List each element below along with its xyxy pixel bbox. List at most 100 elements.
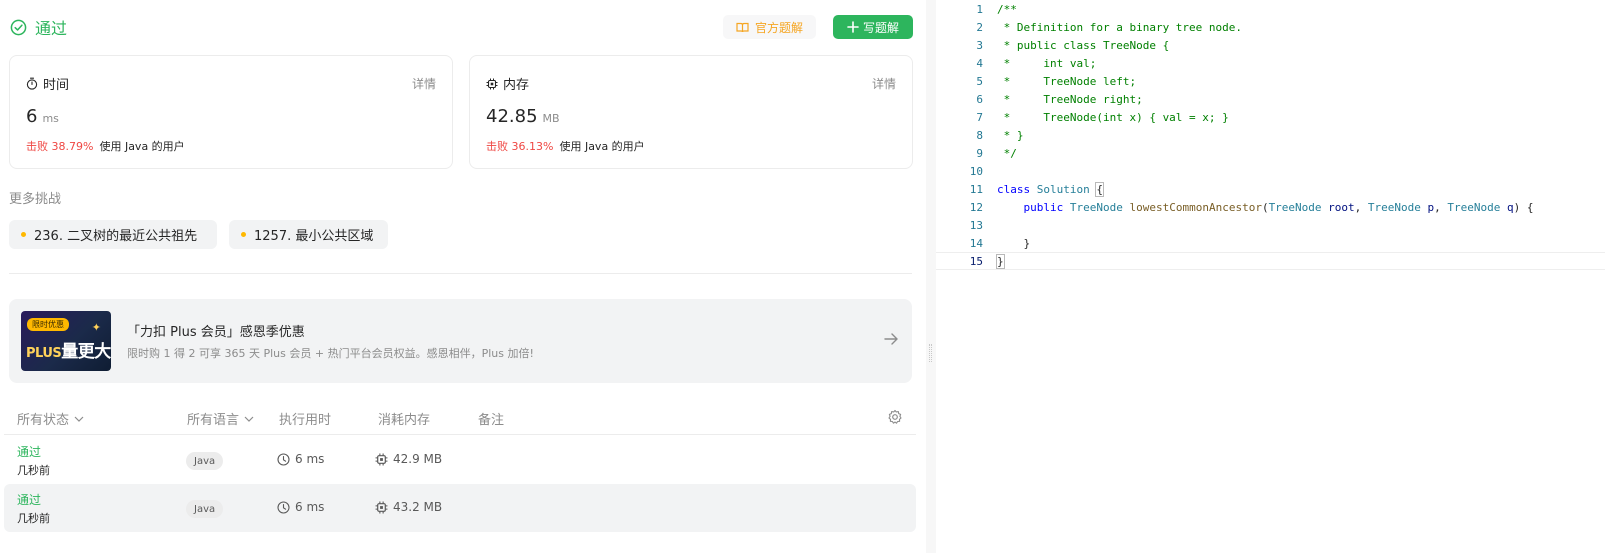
line-number: 13 [969,218,983,232]
runtime-value: 6 ms [26,106,59,127]
code-text: } [997,236,1031,250]
language-filter[interactable]: 所有语言 [187,409,254,428]
code-line: 8 * } [936,126,1605,144]
method-name: lowestCommonAncestor [1129,200,1262,214]
arrow-right-icon[interactable] [882,330,900,348]
memory-number: 42.85 [486,106,538,127]
runtime-unit: ms [42,112,59,125]
type-name: TreeNode [1367,200,1421,214]
code-line: 7 * TreeNode(int x) { val = x; } [936,108,1605,126]
runtime-title-text: 时间 [43,78,70,93]
type-name: TreeNode [1447,200,1501,214]
drag-handle-icon[interactable] [929,344,932,362]
line-number: 15 [969,254,983,268]
code-line: 3 * public class TreeNode { [936,36,1605,54]
code-line-current: 15} [936,252,1605,270]
chevron-down-icon [74,416,84,422]
official-solution-label: 官方题解 [754,20,803,35]
status-filter[interactable]: 所有状态 [17,409,84,428]
code-text: class Solution { [997,181,1104,197]
code-line: 6 * TreeNode right; [936,90,1605,108]
memory-title: 内存 [486,74,529,93]
section-divider [9,273,912,274]
chip-icon [486,78,498,89]
panel-splitter[interactable] [926,0,936,553]
row-status: 通过 几秒前 [17,491,50,526]
line-number: 9 [976,146,983,160]
challenge-chip[interactable]: 236. 二叉树的最近公共祖先 [9,220,217,249]
challenge-chip[interactable]: 1257. 最小公共区域 [229,220,388,249]
write-solution-button[interactable]: 写题解 [833,15,913,39]
param-name: root [1328,200,1355,214]
status-filter-label: 所有状态 [17,413,70,428]
official-solution-button[interactable]: 官方题解 [723,15,816,39]
row-status-text[interactable]: 通过 [17,491,50,508]
code-text: * TreeNode left; [997,74,1137,88]
submission-result-panel: 通过 官方题解 写题解 时间 详情 6 ms 击败 38.79% 使用 Java… [0,0,916,553]
memory-detail-link[interactable]: 详情 [872,75,896,92]
brace: } [1023,236,1031,250]
runtime-beat: 击败 38.79% 使用 Java 的用户 [26,138,185,154]
language-badge: Java [186,500,224,518]
code-text: * TreeNode right; [997,92,1143,106]
difficulty-dot [21,232,26,237]
code-text: * public class TreeNode { [997,38,1170,52]
code-line: 14 } [936,234,1605,252]
line-number: 11 [969,182,983,196]
line-number: 5 [976,74,983,88]
row-status: 通过 几秒前 [17,443,50,478]
memory-value: 42.85 MB [486,106,560,127]
line-number: 8 [976,128,983,142]
table-row[interactable]: 通过 几秒前 Java 6 ms 42.9 MB [4,436,916,484]
row-runtime-value: 6 ms [295,452,325,466]
row-memory: 42.9 MB [375,452,442,466]
plus-icon [847,21,859,33]
memory-column-label: 消耗内存 [378,413,431,428]
runtime-beat-percent: 击败 38.79% [26,140,94,153]
brace: } [996,253,1005,269]
code-line: 11 class Solution { [936,180,1605,198]
runtime-number: 6 [26,106,38,127]
runtime-card: 时间 详情 6 ms 击败 38.79% 使用 Java 的用户 [9,55,453,169]
language-filter-label: 所有语言 [187,413,240,428]
row-runtime: 6 ms [277,500,324,514]
line-number: 2 [976,20,983,34]
gear-icon[interactable] [887,409,903,425]
chip-icon [375,501,388,513]
memory-card: 内存 详情 42.85 MB 击败 36.13% 使用 Java 的用户 [469,55,913,169]
brace: { [1095,181,1104,197]
clock-icon [277,452,290,466]
more-challenges-title: 更多挑战 [9,192,62,207]
code-line: 13 [936,216,1605,234]
check-circle-icon [10,19,27,35]
row-runtime: 6 ms [277,452,324,466]
table-row[interactable]: 通过 几秒前 Java 6 ms 43.2 MB [4,484,916,532]
memory-unit: MB [542,112,560,125]
promo-image-text: PLUS量更大 [26,337,111,362]
promo-title: 「力扣 Plus 会员」感恩季优惠 [127,325,305,340]
notes-column-header: 备注 [478,409,504,428]
memory-beat-percent: 击败 36.13% [486,140,554,153]
clock-icon [277,500,290,514]
brace: { [1526,200,1534,214]
notes-column-label: 备注 [478,413,505,428]
code-line: 12 public TreeNode lowestCommonAncestor(… [936,198,1605,216]
row-status-text[interactable]: 通过 [17,443,50,460]
param-name: p [1427,200,1435,214]
plus-promo-banner[interactable]: 限时优惠 ✦ PLUS量更大 「力扣 Plus 会员」感恩季优惠 限时购 1 得… [9,299,912,383]
promo-subtitle: 限时购 1 得 2 可享 365 天 Plus 会员 + 热门平台会员权益。感恩… [127,347,534,360]
code-text: } [996,253,1005,269]
line-number: 10 [969,164,983,178]
row-memory-value: 43.2 MB [393,500,443,514]
promo-image-main: 量更大 [61,342,111,362]
chip-icon [375,453,388,465]
code-line: 9 */ [936,144,1605,162]
code-editor[interactable]: 1 /** 2 * Definition for a binary tree no… [936,0,1605,553]
code-text: * int val; [997,56,1097,70]
row-time-ago: 几秒前 [17,464,50,477]
runtime-detail-link[interactable]: 详情 [412,75,436,92]
memory-title-text: 内存 [503,78,530,93]
class-name: Solution [1036,182,1090,196]
keyword: class [997,182,1031,196]
challenge-chip-label: 1257. 最小公共区域 [254,229,374,244]
